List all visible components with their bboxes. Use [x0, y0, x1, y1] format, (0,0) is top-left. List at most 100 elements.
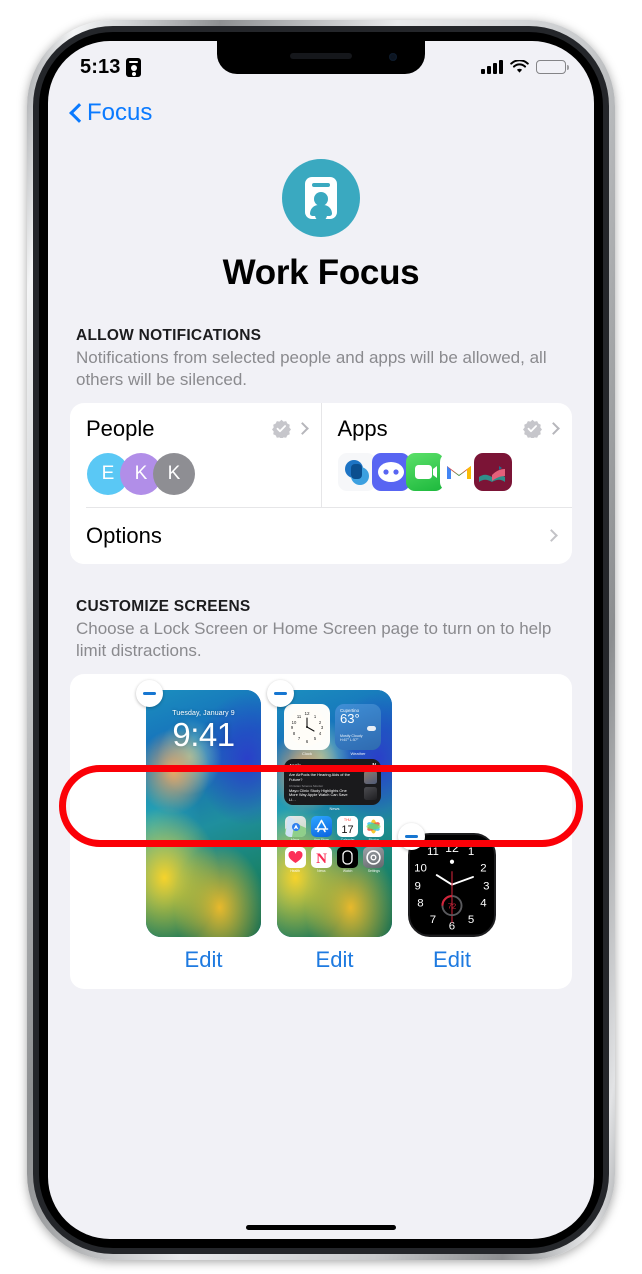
news-thumbnail	[364, 786, 377, 800]
settings-content: Work Focus ALLOW NOTIFICATIONS Notificat…	[48, 127, 594, 1232]
edit-lock-screen-button[interactable]: Edit	[185, 947, 223, 973]
allow-notifications-title: ALLOW NOTIFICATIONS	[76, 327, 262, 344]
focus-hero: Work Focus	[48, 127, 594, 293]
edit-watch-face-button[interactable]: Edit	[433, 947, 471, 973]
avatar: K	[153, 452, 195, 495]
screen-previews-row: Tuesday, January 9 9:41 12 1 2 3 4 5 6 7…	[70, 679, 572, 937]
badge-person-body	[310, 205, 332, 216]
allow-notifications-subtitle: Notifications from selected people and a…	[76, 348, 547, 390]
weather-widget: Cupertino 63° Mostly Cloudy H:67° L:57°	[335, 703, 381, 750]
minus-circle-icon[interactable]	[136, 679, 163, 707]
news-brand: Apple	[289, 762, 302, 768]
people-accessory	[271, 419, 309, 440]
check-badge-icon	[523, 419, 542, 440]
svg-text:12: 12	[304, 711, 310, 716]
home-app-watch: Watch	[337, 846, 359, 873]
home-app-health: Health	[284, 846, 306, 873]
clock-widget: 12 1 2 3 4 5 6 7 8 9 10 11	[284, 703, 330, 750]
allow-notifications-card: People E K K Apps Options	[70, 402, 573, 564]
svg-text:7: 7	[430, 914, 436, 926]
svg-text:3: 3	[483, 880, 489, 892]
apps-label: Apps	[337, 415, 388, 441]
status-bar-left: 5:13	[80, 56, 142, 79]
work-focus-badge-icon	[282, 159, 360, 237]
cloud-icon	[367, 725, 376, 731]
wifi-icon	[510, 59, 529, 74]
svg-text:72: 72	[448, 901, 456, 910]
lock-screen-item: Tuesday, January 9 9:41	[136, 679, 261, 937]
home-app-photos: Photos	[363, 815, 385, 842]
app-icon-books	[473, 452, 512, 491]
news-logo-icon: N	[372, 762, 376, 769]
chevron-right-icon	[545, 529, 558, 543]
earpiece-speaker	[290, 53, 352, 59]
focus-badge-icon	[126, 57, 142, 77]
home-app-label: Maps	[290, 837, 300, 842]
people-cell[interactable]: People E K K	[70, 403, 321, 507]
svg-text:THU: THU	[344, 818, 352, 822]
weather-city: Cupertino	[340, 707, 360, 713]
home-screen-preview[interactable]: 12 1 2 3 4 5 6 7 8 9 10 11 Cupertino 63°…	[277, 689, 392, 937]
home-app-news: N News	[310, 846, 332, 873]
display-notch	[217, 41, 425, 74]
weather-temperature: 63°	[340, 710, 360, 726]
minus-circle-icon[interactable]	[398, 822, 425, 850]
back-button-label: Focus	[87, 99, 153, 126]
news-widget: Apple N TechCrunch Are AirPods the Heari…	[284, 758, 381, 805]
app-icon-gmail	[439, 452, 478, 491]
people-label: People	[86, 415, 155, 441]
status-bar-right	[481, 59, 569, 74]
options-row[interactable]: Options	[70, 507, 572, 564]
home-app-label: News	[317, 868, 326, 873]
news-headline: Are AirPods the Hearing Aids of the Futu…	[289, 772, 350, 783]
id-badge-glyph	[305, 177, 337, 219]
news-headline: Mayo Clinic Study Highlights One More Wa…	[289, 787, 348, 803]
home-app-app-store: App Store	[310, 815, 332, 842]
home-app-calendar: THU 17 Calendar	[337, 815, 359, 842]
chevron-right-icon	[547, 422, 560, 436]
options-label: Options	[86, 522, 162, 548]
customize-screens-card: Tuesday, January 9 9:41 12 1 2 3 4 5 6 7…	[70, 673, 572, 989]
apps-header: Apps	[337, 415, 560, 442]
svg-text:9: 9	[414, 880, 420, 892]
news-widget-caption: News	[329, 805, 340, 811]
apps-accessory	[523, 419, 560, 440]
phone-screen: 5:13 Focus Work Focus ALLOW NOTIFICATION…	[48, 41, 594, 1239]
check-badge-icon	[271, 419, 291, 440]
weather-widget-caption: Weather	[350, 750, 366, 756]
back-button[interactable]: Focus	[70, 99, 152, 127]
iphone-device-frame: 5:13 Focus Work Focus ALLOW NOTIFICATION…	[27, 20, 615, 1260]
home-app-grid: Maps App Store THU 17 Calendar Photos He…	[284, 815, 385, 873]
home-app-label: Settings	[367, 868, 380, 873]
svg-text:12: 12	[445, 841, 459, 855]
watch-analog-face: 12 1 2 3 4 5 6 7 8 9 10 11 72	[410, 834, 494, 935]
apps-cell[interactable]: Apps	[320, 402, 573, 507]
clock-widget-caption: Clock	[301, 750, 312, 756]
chevron-right-icon	[295, 422, 309, 436]
news-thumbnail	[364, 770, 377, 784]
edit-home-screen-button[interactable]: Edit	[316, 947, 354, 973]
watch-face-preview[interactable]: 12 1 2 3 4 5 6 7 8 9 10 11 72	[408, 832, 496, 937]
navigation-bar: Focus	[48, 85, 594, 127]
page-title: Work Focus	[222, 253, 420, 292]
lock-screen-preview[interactable]: Tuesday, January 9 9:41	[146, 689, 261, 937]
app-icon-facetime	[405, 452, 444, 491]
home-app-label: Calendar	[340, 837, 355, 842]
svg-text:4: 4	[480, 897, 487, 909]
chevron-left-icon	[70, 103, 82, 124]
people-header: People	[86, 415, 309, 442]
svg-text:10: 10	[414, 862, 427, 874]
home-app-label: App Store	[313, 837, 329, 842]
widget-row: 12 1 2 3 4 5 6 7 8 9 10 11 Cupertino 63°…	[284, 703, 385, 750]
svg-text:11: 11	[427, 846, 439, 858]
svg-text:2: 2	[480, 862, 486, 874]
minus-circle-icon[interactable]	[267, 679, 294, 707]
allow-notifications-header: ALLOW NOTIFICATIONS Notifications from s…	[48, 293, 594, 399]
lock-screen-time: 9:41	[172, 715, 235, 753]
home-app-label: Photos	[368, 837, 380, 842]
people-avatars: E K K	[86, 452, 307, 495]
home-indicator[interactable]	[246, 1225, 396, 1230]
svg-text:8: 8	[417, 897, 423, 909]
app-icon-authenticator	[337, 452, 376, 491]
watch-face-item: 12 1 2 3 4 5 6 7 8 9 10 11 72	[398, 822, 496, 937]
